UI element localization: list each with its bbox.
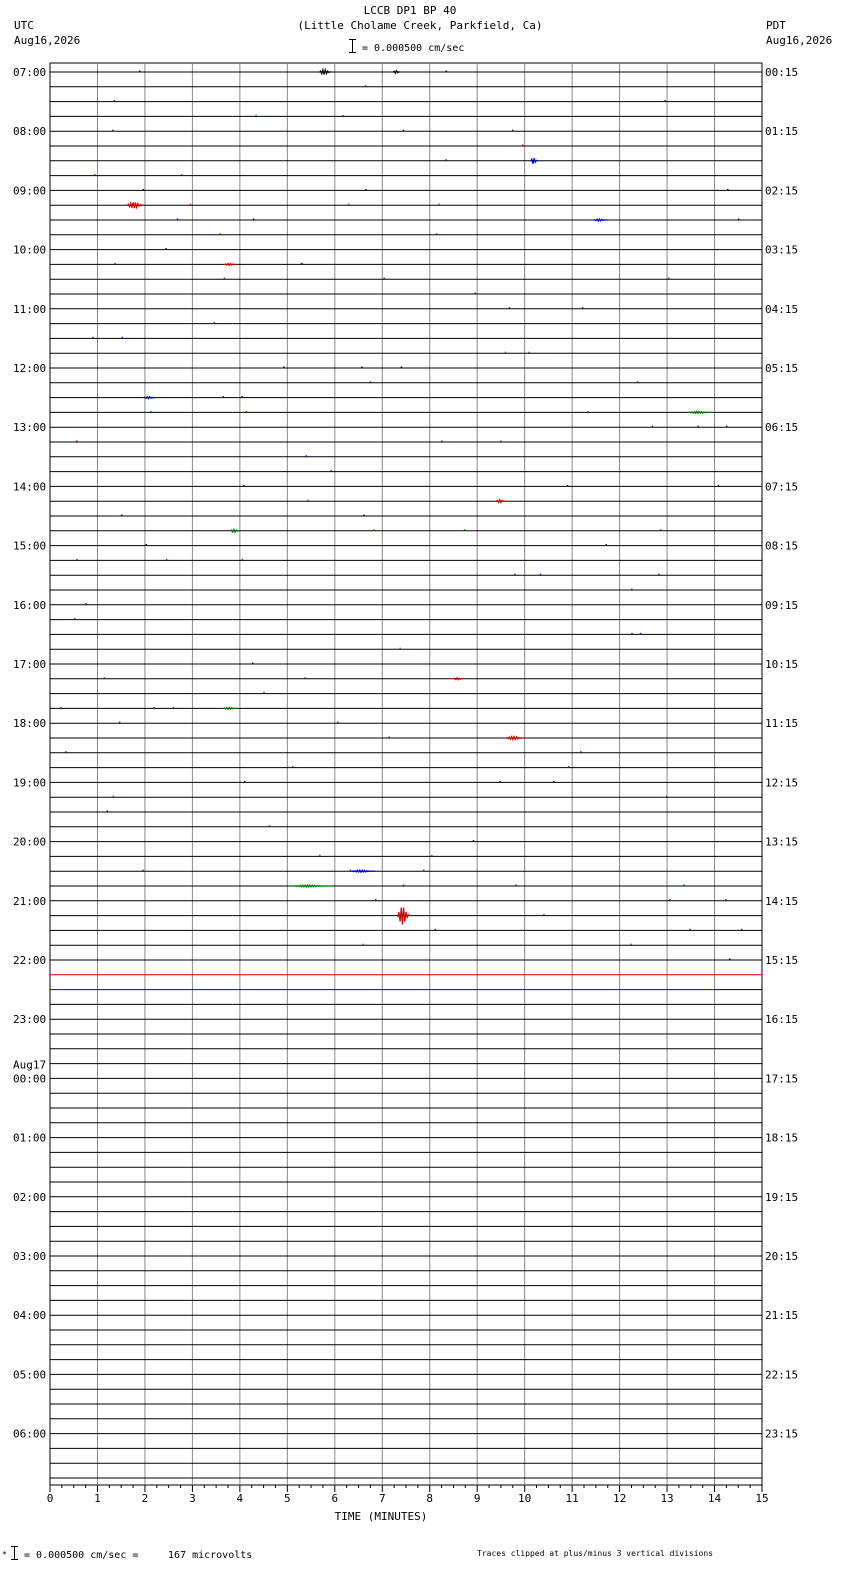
utc-hour-label: 01:00 [13,1132,46,1145]
pdt-hour-label: 05:15 [765,362,798,375]
x-tick-label: 11 [566,1492,579,1505]
pdt-hour-label: 18:15 [765,1132,798,1145]
footer-mark: * [2,1550,7,1559]
pdt-hour-label: 14:15 [765,895,798,908]
pdt-hour-label: 20:15 [765,1250,798,1263]
seismic-event [593,217,608,223]
x-tick-label: 1 [94,1492,101,1505]
seismic-event [126,200,144,210]
pdt-hour-label: 23:15 [765,1428,798,1441]
seismic-event [530,157,538,164]
x-axis-label: TIME (MINUTES) [335,1510,428,1523]
pdt-hour-label: 09:15 [765,599,798,612]
pdt-hour-label: 00:15 [765,66,798,79]
seismic-event [505,734,525,742]
pdt-hour-label: 11:15 [765,717,798,730]
seismic-event [453,676,464,681]
pdt-hour-label: 13:15 [765,836,798,849]
utc-hour-label: 19:00 [13,776,46,789]
pdt-hour-label: 17:15 [765,1072,798,1085]
pdt-hour-label: 12:15 [765,776,798,789]
seismic-event [224,262,237,267]
utc-hour-label: 09:00 [13,184,46,197]
pdt-hour-label: 01:15 [765,125,798,138]
seismic-event [351,869,376,874]
x-tick-label: 0 [47,1492,54,1505]
x-tick-label: 13 [660,1492,673,1505]
seismic-event [318,67,332,76]
footer-scale-cap-bottom [11,1559,18,1560]
footer-scale-cap-top [11,1546,18,1547]
helicorder-plot: 07:00 08:00 09:00 10:00 11:00 12:00 13:00 14:00… [13,62,798,1523]
seismic-event [392,69,401,75]
x-tick-label: 9 [474,1492,481,1505]
pdt-hour-label: 02:15 [765,184,798,197]
seismic-event [688,410,713,415]
pdt-hour-label: 06:15 [765,421,798,434]
utc-hour-label: 06:00 [13,1428,46,1441]
plot-frame [49,62,763,1486]
utc-hour-label: 14:00 [13,480,46,493]
x-tick-label: 2 [142,1492,149,1505]
pdt-hour-label: 10:15 [765,658,798,671]
utc-hour-label: 18:00 [13,717,46,730]
x-tick-label: 14 [708,1492,722,1505]
utc-hour-label: 03:00 [13,1250,46,1263]
utc-hour-label: 04:00 [13,1309,46,1322]
x-tick-label: 3 [189,1492,196,1505]
x-tick-label: 12 [613,1492,626,1505]
utc-hour-label: 15:00 [13,540,46,553]
utc-hour-label: 22:00 [13,954,46,967]
footer-scale-text: = 0.000500 cm/sec = [24,1550,139,1561]
x-tick-label: 4 [237,1492,244,1505]
pdt-hour-label: 03:15 [765,244,798,257]
x-tick-label: 6 [331,1492,338,1505]
utc-hour-label: 23:00 [13,1013,46,1026]
x-tick-label: 7 [379,1492,386,1505]
utc-hour-label: 11:00 [13,303,46,316]
utc-hour-label: 21:00 [13,895,46,908]
pdt-hour-label: 19:15 [765,1191,798,1204]
utc-hour-label: 08:00 [13,125,46,138]
utc-hour-label: 20:00 [13,836,46,849]
seismic-event [223,706,238,711]
utc-hour-label: 07:00 [13,66,46,79]
pdt-hour-label: 16:15 [765,1013,798,1026]
utc-hour-label: 10:00 [13,244,46,257]
utc-hour-label: 16:00 [13,599,46,612]
pdt-hour-label: 22:15 [765,1368,798,1381]
date-label: Aug17 [13,1058,46,1071]
footer-scale-bar-icon [14,1546,15,1560]
pdt-hour-label: 07:15 [765,480,798,493]
utc-hour-label: 13:00 [13,421,46,434]
utc-hour-label: 17:00 [13,658,46,671]
x-tick-label: 10 [518,1492,531,1505]
utc-hour-label: 00:00 [13,1072,46,1085]
utc-hour-label: 12:00 [13,362,46,375]
pdt-hour-label: 21:15 [765,1309,798,1322]
seismic-event [291,883,331,889]
x-tick-label: 15 [755,1492,768,1505]
pdt-hour-label: 15:15 [765,954,798,967]
pdt-hour-label: 08:15 [765,540,798,553]
x-tick-label: 8 [426,1492,433,1505]
utc-hour-label: 05:00 [13,1368,46,1381]
pdt-hour-label: 04:15 [765,303,798,316]
x-tick-label: 5 [284,1492,291,1505]
utc-hour-label: 02:00 [13,1191,46,1204]
seismic-event [143,395,156,400]
clip-note: Traces clipped at plus/minus 3 vertical … [477,1549,714,1558]
footer-microvolts: 167 microvolts [168,1550,253,1561]
